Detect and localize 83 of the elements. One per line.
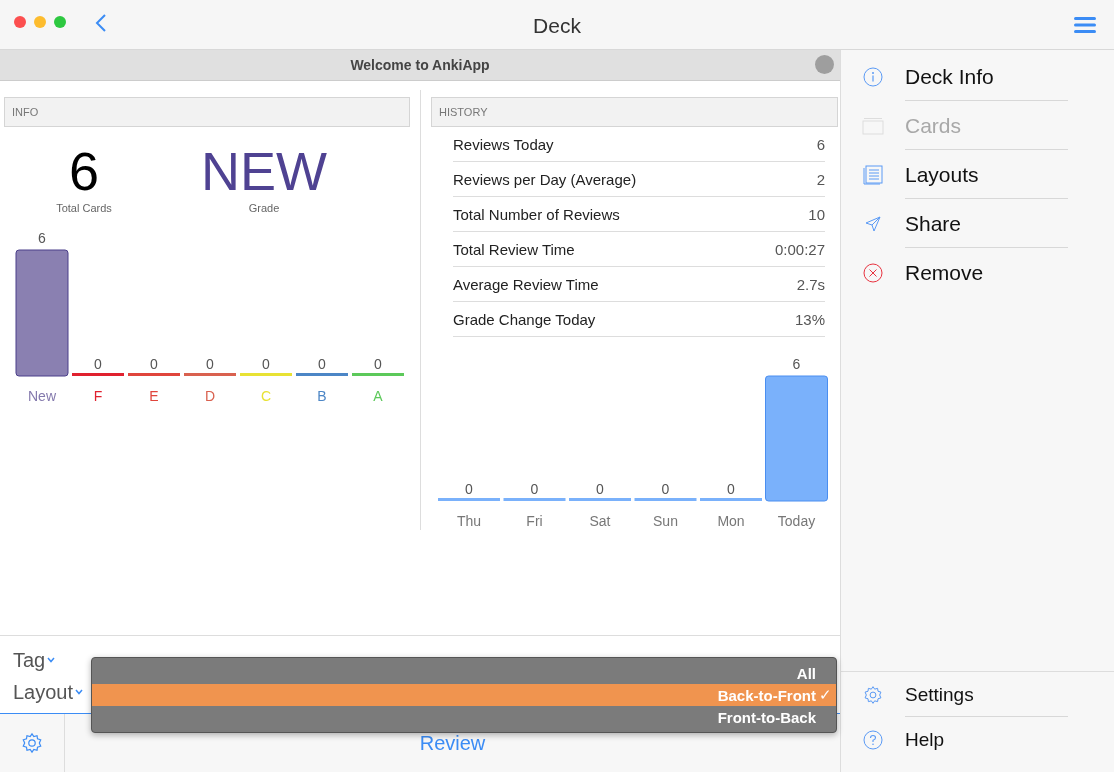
bar-value: 0: [530, 481, 539, 497]
remove-icon: [863, 262, 883, 283]
bar-value: 6: [38, 230, 46, 246]
axis-label: C: [260, 388, 272, 404]
axis-label: D: [204, 388, 216, 404]
section-header: INFO: [4, 97, 410, 127]
axis-label: Fri: [526, 513, 543, 529]
option-dropdown[interactable]: Layout: [13, 680, 84, 704]
stat-value: 13%: [794, 310, 825, 328]
axis-label: B: [317, 388, 327, 404]
zoom-window-button[interactable]: [54, 15, 66, 28]
stat-label: Grade Change Today: [453, 310, 596, 328]
dropdown-item[interactable]: Front-to-Back: [92, 706, 836, 728]
axis-label: Today: [777, 513, 816, 529]
banner-title: Welcome to AnkiApp: [350, 57, 490, 73]
stat-label: Total Review Time: [453, 240, 575, 258]
bar-value: 0: [727, 481, 735, 497]
axis-label: Mon: [717, 513, 745, 529]
gear-icon: [21, 732, 43, 754]
sidebar-item[interactable]: Remove: [841, 248, 1114, 297]
status-dot-icon: [815, 55, 834, 74]
window-title: Deck: [533, 14, 581, 38]
card-stack-icon: [862, 116, 884, 135]
stat-value: 10: [808, 205, 825, 223]
bar: [569, 498, 631, 501]
bar: [296, 373, 348, 376]
paper-plane-icon: [865, 215, 881, 232]
bar-value: 0: [94, 356, 102, 372]
stat-label: Reviews Today: [453, 135, 554, 153]
section-header: HISTORY: [431, 97, 838, 127]
help-icon: [863, 729, 883, 750]
bar-value: 0: [150, 356, 158, 372]
stat-value: 2.7s: [796, 275, 825, 293]
bar-value: 0: [374, 356, 382, 372]
bar-value: 0: [318, 356, 326, 372]
total-cards-value: 6: [68, 142, 99, 200]
axis-label: Sun: [653, 513, 678, 529]
axis-label: E: [149, 388, 159, 404]
stat-label: Average Review Time: [453, 275, 599, 293]
stat-label: Total Number of Reviews: [453, 205, 620, 223]
bar-value: 0: [465, 481, 473, 497]
bar: [128, 373, 180, 376]
bar-value: 0: [596, 481, 604, 497]
sidebar-item[interactable]: Share: [841, 199, 1114, 248]
bar: [240, 373, 292, 376]
bar: [700, 498, 762, 501]
stat-value: 0:00:27: [774, 240, 825, 258]
axis-label: A: [373, 388, 383, 404]
grade-value: NEW: [201, 142, 327, 200]
bar: [352, 373, 404, 376]
document-list-icon: [863, 164, 883, 185]
option-dropdown[interactable]: Tag: [13, 648, 56, 672]
bar: [72, 373, 124, 376]
menu-icon[interactable]: [1074, 16, 1096, 34]
bar-value: 6: [792, 356, 801, 372]
bar-value: 0: [262, 356, 270, 372]
bar: [184, 373, 236, 376]
axis-label: New: [28, 388, 56, 404]
bar: [503, 498, 566, 501]
bar: [438, 498, 500, 501]
axis-label: Sat: [589, 513, 611, 529]
grade-label: Grade: [248, 202, 280, 214]
sidebar-item[interactable]: Settings: [841, 672, 1114, 717]
dropdown-item[interactable]: All: [92, 662, 836, 684]
bar-value: 0: [661, 481, 670, 497]
bar-value: 0: [206, 356, 214, 372]
axis-label: F: [93, 388, 103, 404]
minimize-window-button[interactable]: [34, 15, 46, 28]
close-window-button[interactable]: [14, 15, 26, 28]
sidebar-item[interactable]: Deck Info: [841, 52, 1114, 101]
stat-value: 6: [816, 135, 825, 153]
bar: [634, 498, 697, 501]
info-icon: [863, 66, 883, 87]
stat-label: Reviews per Day (Average): [453, 170, 637, 188]
sidebar-item[interactable]: Help: [841, 717, 1114, 762]
stat-value: 2: [816, 170, 825, 188]
chevron-down-icon: [75, 689, 84, 695]
chevron-down-icon: [47, 657, 56, 663]
axis-label: Thu: [456, 513, 482, 529]
total-cards-label: Total Cards: [56, 202, 112, 214]
back-chevron-icon[interactable]: [95, 12, 107, 33]
sidebar-item[interactable]: Layouts: [841, 150, 1114, 199]
settings-icon: [863, 684, 883, 705]
